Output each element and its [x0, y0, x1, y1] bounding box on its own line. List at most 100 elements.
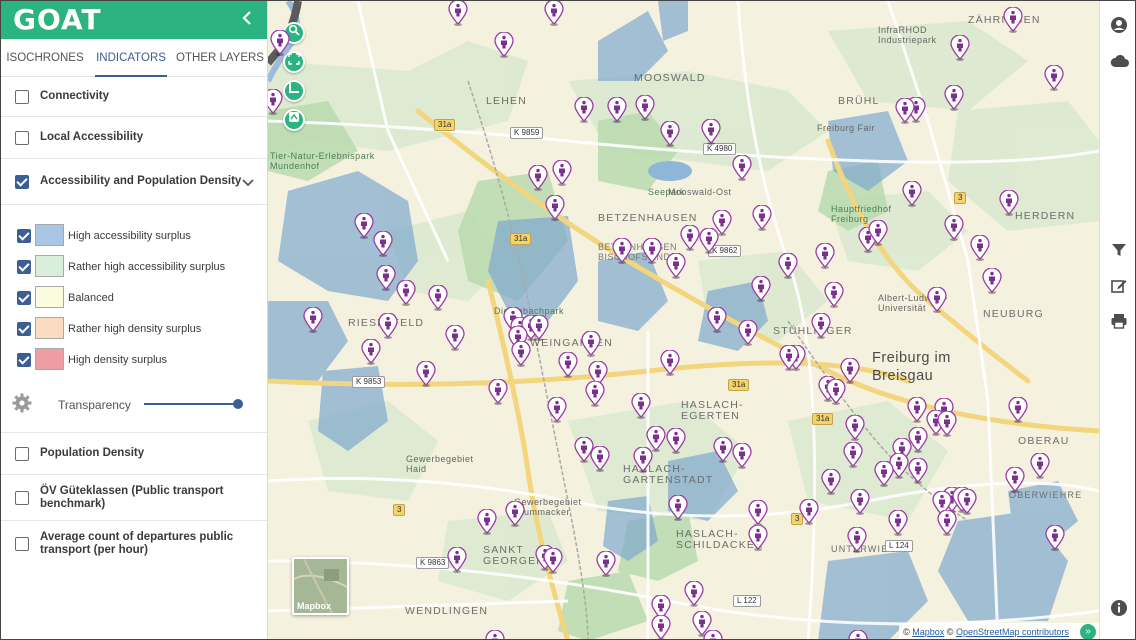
poi-pin-icon[interactable]: [448, 1, 468, 26]
osm-link[interactable]: OpenStreetMap contributors: [956, 627, 1069, 637]
poi-pin-icon[interactable]: [1005, 466, 1025, 493]
poi-pin-icon[interactable]: [821, 468, 841, 495]
legend-checkbox[interactable]: [17, 291, 31, 305]
poi-pin-icon[interactable]: [416, 360, 436, 387]
layer-row-population-density[interactable]: Population Density: [1, 433, 267, 475]
poi-pin-icon[interactable]: [944, 84, 964, 111]
poi-pin-icon[interactable]: [799, 498, 819, 525]
poi-pin-icon[interactable]: [494, 31, 514, 58]
poi-pin-icon[interactable]: [888, 509, 908, 536]
poi-pin-icon[interactable]: [843, 441, 863, 468]
layers-map-icon[interactable]: [283, 109, 305, 131]
info-icon[interactable]: [1110, 599, 1128, 617]
transparency-slider-track[interactable]: [144, 403, 238, 405]
poi-pin-icon[interactable]: [895, 97, 915, 124]
filter-icon[interactable]: [1110, 241, 1128, 259]
poi-pin-icon[interactable]: [488, 378, 508, 405]
chevrons-right-icon[interactable]: »: [1080, 624, 1096, 639]
poi-pin-icon[interactable]: [845, 414, 865, 441]
poi-pin-icon[interactable]: [847, 526, 867, 553]
poi-pin-icon[interactable]: [447, 546, 467, 573]
poi-pin-icon[interactable]: [547, 396, 567, 423]
population-density-checkbox[interactable]: [15, 447, 29, 461]
poi-pin-icon[interactable]: [631, 392, 651, 419]
departures-checkbox[interactable]: [15, 537, 29, 551]
connectivity-checkbox[interactable]: [15, 90, 29, 104]
poi-pin-icon[interactable]: [738, 319, 758, 346]
poi-pin-icon[interactable]: [826, 378, 846, 405]
print-icon[interactable]: [1110, 312, 1128, 330]
poi-pin-icon[interactable]: [529, 314, 549, 341]
tab-isochrones[interactable]: ISOCHRONES: [1, 39, 89, 76]
layer-row-connectivity[interactable]: Connectivity: [1, 77, 267, 117]
poi-pin-icon[interactable]: [544, 1, 564, 26]
poi-pin-icon[interactable]: [707, 306, 727, 333]
poi-pin-icon[interactable]: [703, 629, 723, 639]
legend-checkbox[interactable]: [17, 229, 31, 243]
poi-pin-icon[interactable]: [378, 312, 398, 339]
poi-pin-icon[interactable]: [937, 410, 957, 437]
poi-pin-icon[interactable]: [732, 442, 752, 469]
poi-pin-icon[interactable]: [944, 214, 964, 241]
poi-pin-icon[interactable]: [701, 118, 721, 145]
poi-pin-icon[interactable]: [511, 340, 531, 367]
tab-other-layers[interactable]: OTHER LAYERS: [173, 39, 267, 76]
poi-pin-icon[interactable]: [590, 445, 610, 472]
poi-pin-icon[interactable]: [642, 237, 662, 264]
poi-pin-icon[interactable]: [303, 306, 323, 333]
measure-icon[interactable]: [283, 80, 305, 102]
poi-pin-icon[interactable]: [585, 380, 605, 407]
tab-indicators[interactable]: INDICATORS: [89, 39, 173, 77]
poi-pin-icon[interactable]: [428, 284, 448, 311]
mapbox-link[interactable]: Mapbox: [912, 627, 944, 637]
poi-pin-icon[interactable]: [666, 252, 686, 279]
poi-pin-icon[interactable]: [574, 96, 594, 123]
poi-pin-icon[interactable]: [680, 224, 700, 251]
poi-pin-icon[interactable]: [651, 614, 671, 639]
poi-pin-icon[interactable]: [957, 488, 977, 515]
poi-pin-icon[interactable]: [607, 96, 627, 123]
poi-pin-icon[interactable]: [445, 324, 465, 351]
poi-pin-icon[interactable]: [902, 180, 922, 207]
poi-pin-icon[interactable]: [907, 396, 927, 423]
poi-pin-icon[interactable]: [732, 154, 752, 181]
poi-pin-icon[interactable]: [376, 264, 396, 291]
poi-pin-icon[interactable]: [811, 312, 831, 339]
poi-pin-icon[interactable]: [660, 120, 680, 147]
legend-checkbox[interactable]: [17, 353, 31, 367]
poi-pin-icon[interactable]: [874, 460, 894, 487]
poi-pin-icon[interactable]: [666, 427, 686, 454]
poi-pin-icon[interactable]: [354, 212, 374, 239]
chevron-down-icon[interactable]: [241, 175, 255, 193]
poi-pin-icon[interactable]: [751, 275, 771, 302]
poi-pin-icon[interactable]: [396, 279, 416, 306]
poi-pin-icon[interactable]: [581, 330, 601, 357]
poi-pin-icon[interactable]: [779, 344, 799, 371]
poi-pin-icon[interactable]: [646, 425, 666, 452]
poi-pin-icon[interactable]: [635, 94, 655, 121]
poi-pin-icon[interactable]: [950, 34, 970, 61]
poi-pin-icon[interactable]: [558, 351, 578, 378]
layer-row-oev[interactable]: ÖV Güteklassen (Public transport benchma…: [1, 475, 267, 521]
poi-pin-icon[interactable]: [270, 29, 290, 56]
legend-checkbox[interactable]: [17, 322, 31, 336]
poi-pin-icon[interactable]: [868, 219, 888, 246]
poi-pin-icon[interactable]: [485, 629, 505, 639]
poi-pin-icon[interactable]: [1008, 396, 1028, 423]
poi-pin-icon[interactable]: [528, 164, 548, 191]
poi-pin-icon[interactable]: [815, 242, 835, 269]
poi-pin-icon[interactable]: [684, 580, 704, 607]
user-account-icon[interactable]: [1110, 16, 1128, 34]
poi-pin-icon[interactable]: [543, 547, 563, 574]
poi-pin-icon[interactable]: [908, 457, 928, 484]
edit-icon[interactable]: [1110, 277, 1128, 295]
poi-pin-icon[interactable]: [999, 189, 1019, 216]
poi-pin-icon[interactable]: [1030, 452, 1050, 479]
poi-pin-icon[interactable]: [596, 550, 616, 577]
poi-pin-icon[interactable]: [937, 509, 957, 536]
poi-pin-icon[interactable]: [848, 629, 868, 639]
poi-pin-icon[interactable]: [778, 252, 798, 279]
poi-pin-icon[interactable]: [545, 194, 565, 221]
poi-pin-icon[interactable]: [982, 267, 1002, 294]
basemap-switcher[interactable]: Mapbox: [292, 557, 349, 615]
